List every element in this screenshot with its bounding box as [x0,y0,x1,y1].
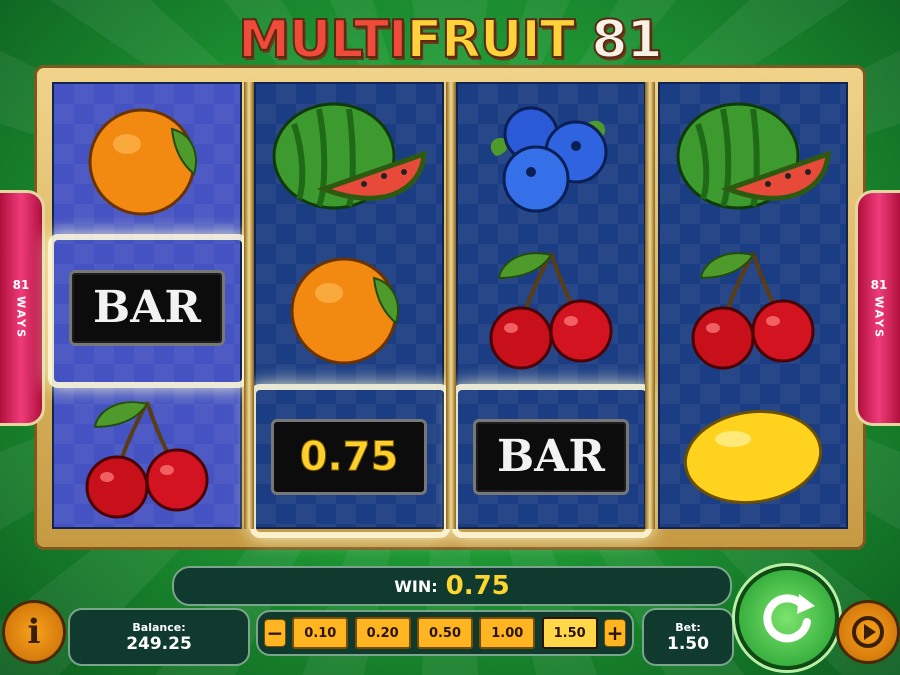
bet-label: Bet: [675,620,701,634]
balance-display: Balance: 249.25 [68,608,250,666]
watermelon-icon [272,102,427,209]
ways-label: WAYS [872,295,886,339]
orange-icon [290,257,399,364]
symbol-cherries [458,233,644,382]
ways-count: 81 [12,277,30,292]
autoplay-icon [852,616,884,648]
bet-option[interactable]: 0.10 [292,617,349,649]
reel-4 [658,82,848,529]
bet-selector: − 0.10 0.20 0.50 1.00 1.50 + [256,610,634,656]
info-button[interactable]: i [2,600,66,664]
spin-button[interactable] [735,566,839,670]
symbol-lemon [660,382,846,531]
ways-badge-right: 81 WAYS [855,190,900,426]
info-icon: i [27,612,41,652]
win-value: 0.75 [445,571,510,601]
symbol-orange [54,84,240,233]
cherries-icon [489,251,613,369]
win-display: WIN: 0.75 [172,566,732,606]
ways-count: 81 [870,277,888,292]
reel-separator [446,82,456,529]
blueberries-icon [490,106,608,212]
balance-value: 249.25 [126,633,192,654]
reel-3: BAR [452,82,652,538]
symbol-orange [256,233,442,382]
symbol-watermelon [256,84,442,233]
bet-display: Bet: 1.50 [642,608,734,666]
autoplay-button[interactable] [836,600,900,664]
bet-option-selected[interactable]: 1.50 [541,617,598,649]
orange-icon [88,108,197,215]
win-highlight [48,234,248,388]
watermelon-icon [676,102,831,209]
win-label: WIN: [394,576,438,596]
bet-option[interactable]: 0.20 [354,617,411,649]
logo-81: 81 [590,9,663,71]
logo-fruit: FRUIT [406,9,577,71]
reel-separator [645,82,655,529]
cherries-icon [85,400,209,518]
reel-separator [244,82,254,529]
symbol-cherries [660,233,846,382]
bet-decrease-button[interactable]: − [264,619,286,647]
win-highlight [250,384,450,538]
reel-1: BAR [48,82,248,531]
win-highlight [452,384,652,538]
ways-badge-left: 81 WAYS [0,190,45,426]
bet-increase-button[interactable]: + [603,619,626,647]
bet-value: 1.50 [667,633,709,654]
cherries-icon [691,251,815,369]
reel-2: 0.75 [250,82,450,538]
symbol-watermelon [660,84,846,233]
balance-label: Balance: [132,620,186,634]
symbol-blueberries [458,84,644,233]
logo-multi: MULTI [237,9,408,71]
spin-arrows-icon [763,594,815,643]
bet-option[interactable]: 1.00 [479,617,536,649]
bet-option[interactable]: 0.50 [416,617,473,649]
game-logo: MULTIFRUIT 81 [0,9,900,71]
ways-label: WAYS [14,295,28,339]
symbol-cherries [54,382,240,531]
lemon-icon [683,409,823,504]
